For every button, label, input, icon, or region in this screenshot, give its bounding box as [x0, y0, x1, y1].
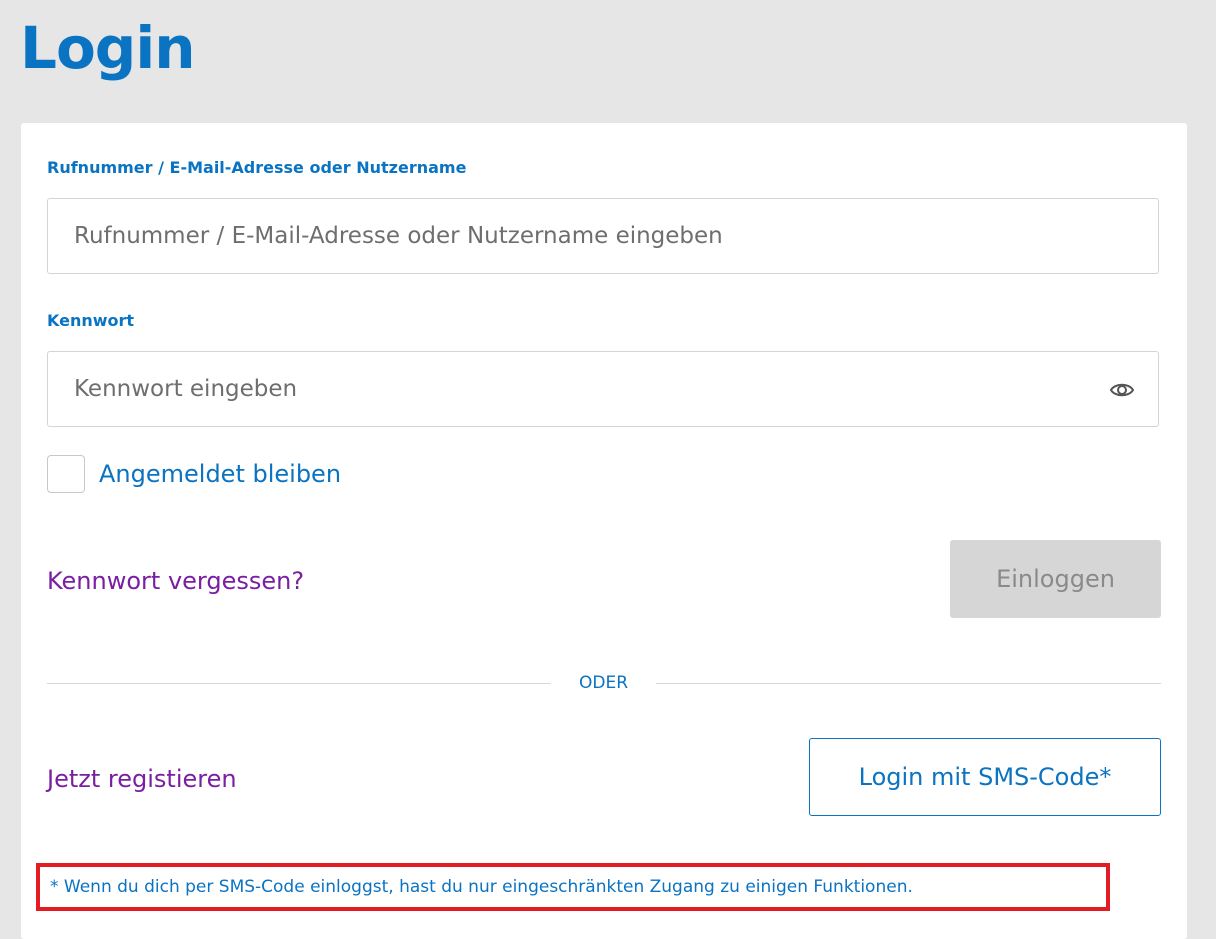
divider-line-right — [656, 683, 1161, 684]
identifier-input[interactable] — [47, 198, 1159, 274]
footnote-highlight-box: * Wenn du dich per SMS-Code einloggst, h… — [36, 863, 1110, 911]
divider-text: ODER — [578, 673, 629, 693]
footnote-text: * Wenn du dich per SMS-Code einloggst, h… — [50, 877, 913, 897]
forgot-password-link[interactable]: Kennwort vergessen? — [47, 567, 304, 595]
eye-icon[interactable] — [1109, 377, 1135, 403]
sms-login-button[interactable]: Login mit SMS-Code* — [809, 738, 1161, 816]
page-title: Login — [20, 14, 195, 82]
login-card: Rufnummer / E-Mail-Adresse oder Nutzerna… — [21, 123, 1187, 939]
password-input[interactable] — [47, 351, 1159, 427]
password-label: Kennwort — [47, 311, 135, 330]
register-link[interactable]: Jetzt registieren — [47, 765, 237, 793]
divider-line-left — [47, 683, 551, 684]
identifier-label: Rufnummer / E-Mail-Adresse oder Nutzerna… — [47, 158, 467, 177]
login-button[interactable]: Einloggen — [950, 540, 1161, 618]
remember-label[interactable]: Angemeldet bleiben — [99, 460, 341, 488]
remember-checkbox[interactable] — [47, 455, 85, 493]
